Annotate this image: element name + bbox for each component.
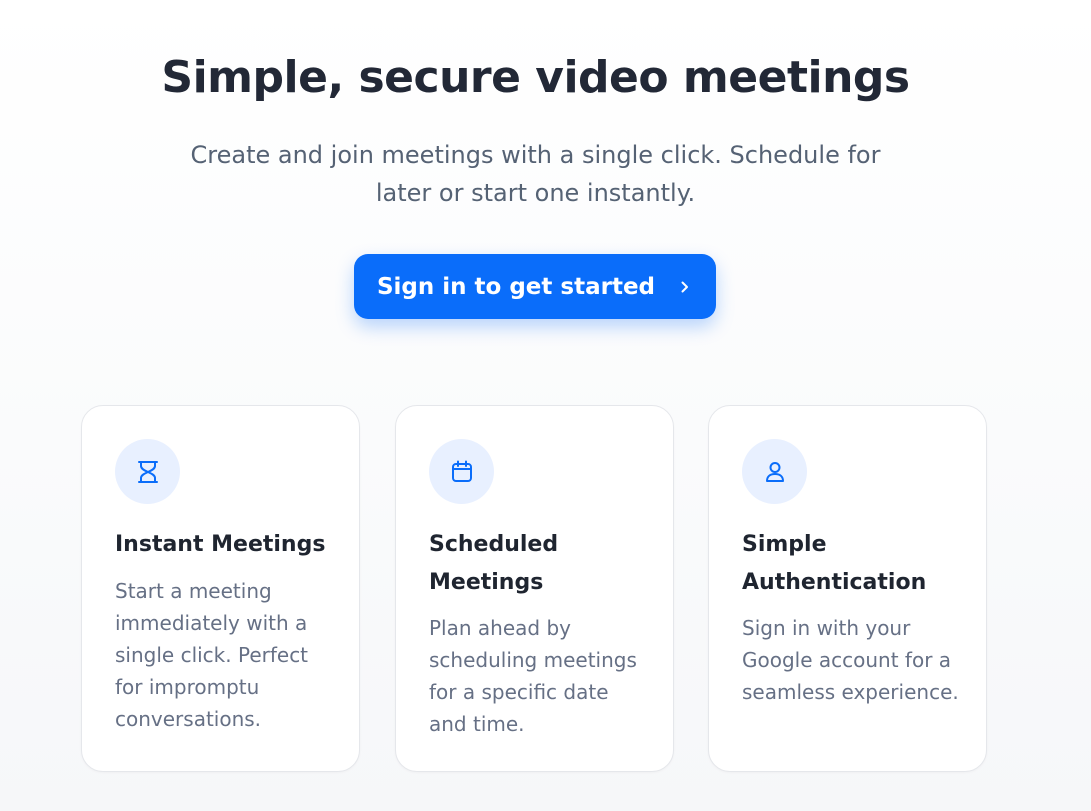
feature-title: Instant Meetings: [115, 532, 326, 557]
feature-description: Start a meeting immediately with a singl…: [115, 579, 309, 731]
feature-card-simple-authentication: Simple Authentication Sign in with your …: [708, 405, 987, 772]
feature-title: Simple Authentication: [742, 532, 927, 595]
calendar-icon: [429, 439, 494, 504]
page-title: Simple, secure video meetings: [161, 52, 910, 103]
feature-description: Sign in with your Google account for a s…: [742, 616, 959, 704]
sign-in-button-label: Sign in to get started: [376, 273, 656, 300]
page-subtitle: Create and join meetings with a single c…: [190, 141, 881, 207]
features-section: Instant Meetings Start a meeting immedia…: [81, 405, 989, 774]
sign-in-button[interactable]: Sign in to get started: [354, 254, 716, 319]
feature-title: Scheduled Meetings: [429, 532, 559, 595]
user-icon: [742, 439, 807, 504]
feature-card-scheduled-meetings: Scheduled Meetings Plan ahead by schedul…: [395, 405, 674, 772]
feature-card-instant-meetings: Instant Meetings Start a meeting immedia…: [81, 405, 360, 772]
hourglass-icon: [115, 439, 180, 504]
chevron-right-icon: [677, 279, 693, 295]
feature-description: Plan ahead by scheduling meetings for a …: [429, 616, 637, 736]
